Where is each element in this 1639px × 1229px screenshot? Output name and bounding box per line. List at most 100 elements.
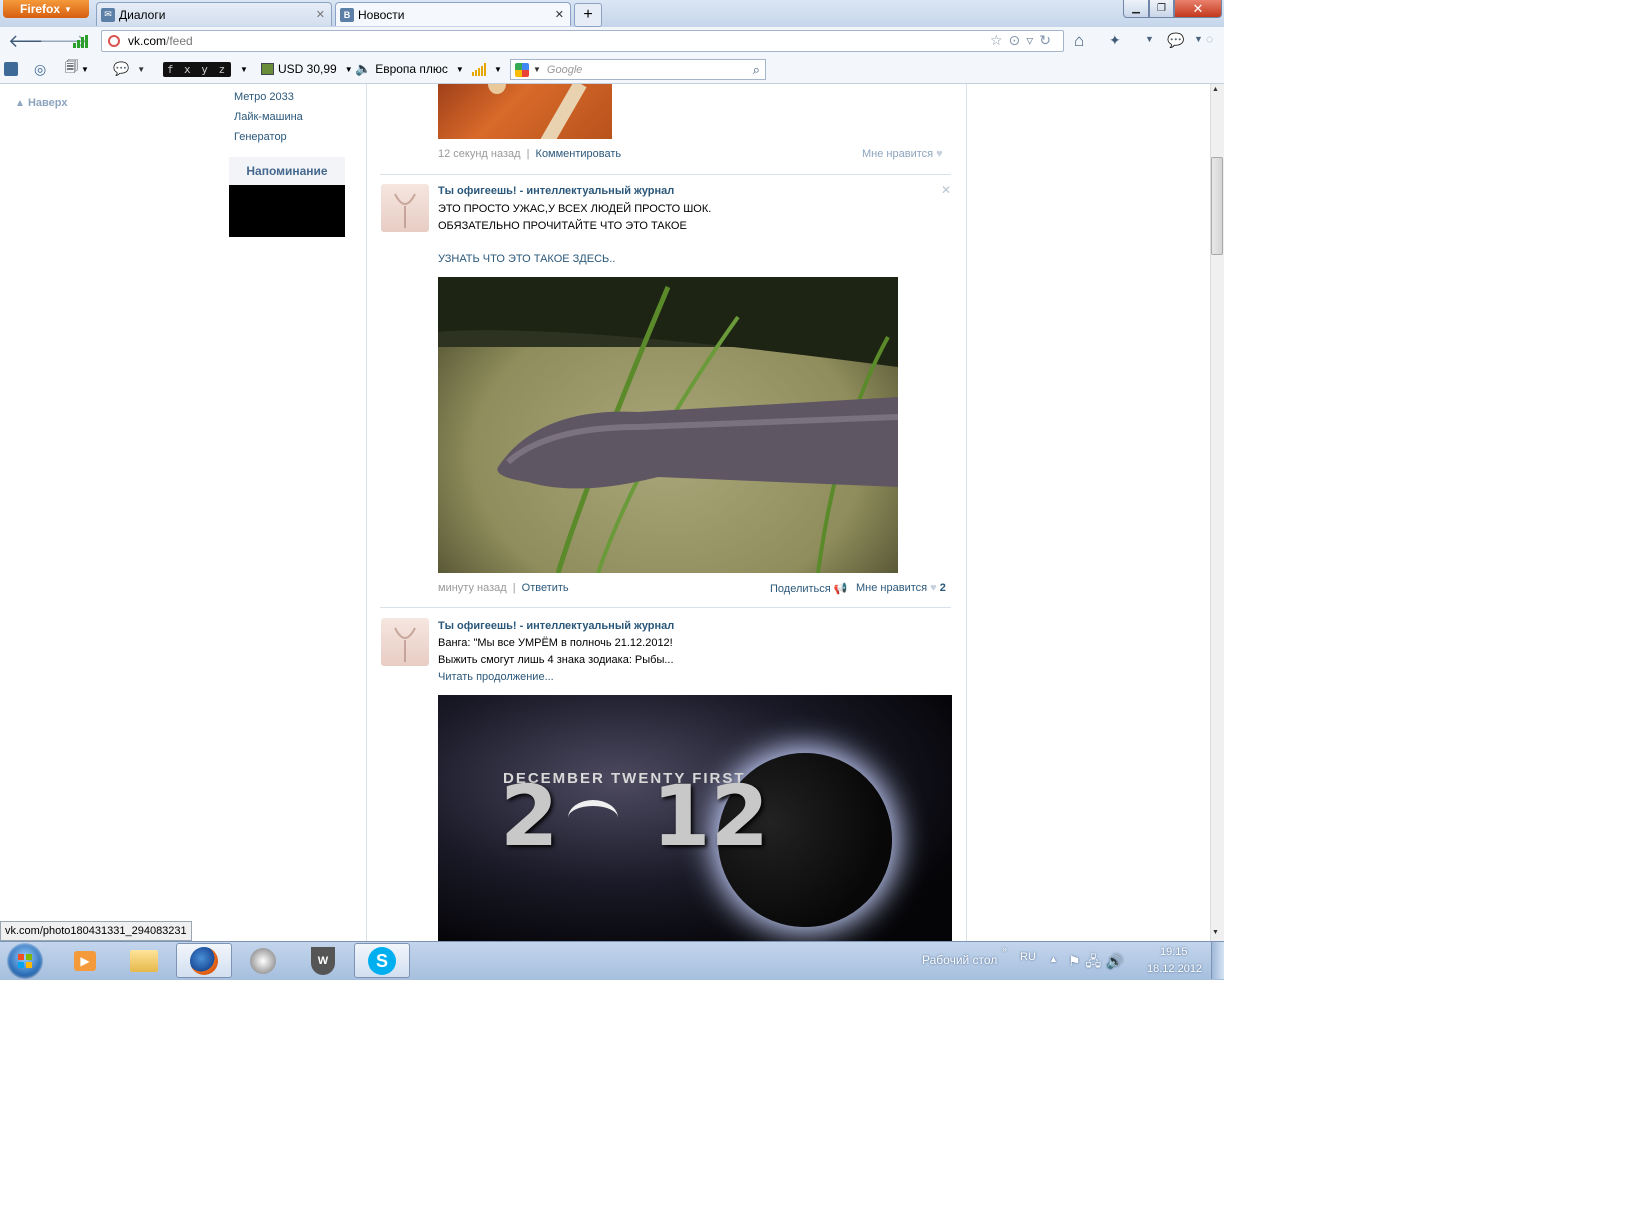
post-text-line: ЭТО ПРОСТО УЖАС,У ВСЕХ ЛЮДЕЙ ПРОСТО ШОК. — [438, 203, 712, 215]
chevron-down-icon[interactable]: ▼ — [1145, 34, 1154, 44]
folder-icon — [130, 949, 158, 972]
heart-icon: ♥ — [930, 582, 937, 594]
post-author[interactable]: Ты офигеешь! - интеллектуальный журнал — [438, 620, 674, 632]
refresh-addon-icon[interactable]: ◎ — [34, 60, 46, 78]
megaphone-icon: 📢 — [833, 583, 848, 595]
skype-icon: S — [368, 946, 396, 975]
clock-date[interactable]: 18.12.2012 — [1147, 963, 1202, 975]
image-year-part: 2 — [500, 767, 559, 865]
speech-bubble-icon[interactable]: 💬 ▼ — [113, 60, 145, 78]
bookmarks-icon[interactable]: ✦ — [1109, 32, 1121, 49]
show-desktop-button[interactable] — [1211, 942, 1224, 979]
crescent-graphic — [568, 800, 618, 836]
chevron-down-icon[interactable]: ▼ — [240, 60, 248, 78]
post-time[interactable]: 12 секунд назад — [438, 148, 521, 160]
post-text-line: Ванга: "Мы все УМРЁМ в полночь 21.12.201… — [438, 637, 673, 649]
language-indicator[interactable]: RU — [1020, 951, 1036, 963]
address-bar[interactable]: vk.com/feed ☆⊙▿↻ — [101, 30, 1064, 52]
firefox-menu-button[interactable]: Firefox ▼ — [3, 0, 89, 18]
new-tab-button[interactable]: + — [574, 3, 602, 27]
chevron-up-icon: ▲ — [15, 98, 25, 109]
avatar[interactable] — [381, 184, 429, 232]
power-icon[interactable]: ◌ — [1206, 32, 1213, 46]
taskbar-audio[interactable] — [235, 943, 291, 978]
clock-time[interactable]: 19:15 — [1160, 946, 1188, 958]
tab-news[interactable]: B Новости ✕ — [335, 2, 571, 26]
read-more-link[interactable]: Читать продолжение... — [438, 671, 554, 683]
post-time[interactable]: минуту назад — [438, 582, 507, 594]
usd-rate-widget[interactable]: USD 30,99 ▼ — [261, 60, 353, 78]
chat-bubble-icon[interactable]: 💬 — [1167, 32, 1184, 49]
maximize-button[interactable]: ❐ — [1149, 0, 1174, 18]
feed-right-border — [966, 84, 967, 941]
post-author[interactable]: Ты офигеешь! - интеллектуальный журнал — [438, 185, 674, 197]
start-button[interactable] — [7, 943, 43, 979]
left-menu-generator[interactable]: Генератор — [234, 131, 287, 143]
post-photo[interactable]: DECEMBER TWENTY FIRST 2 12 — [438, 695, 952, 941]
taskbar-skype[interactable]: S — [354, 943, 410, 978]
google-icon — [515, 62, 529, 77]
post-text-line: ОБЯЗАТЕЛЬНО ПРОЧИТАЙТЕ ЧТО ЭТО ТАКОЕ — [438, 220, 687, 232]
scrollbar-thumb[interactable] — [1211, 157, 1223, 255]
site-identity-icon[interactable] — [108, 35, 120, 47]
print-preview-icon[interactable]: 🗐 ▼ — [65, 59, 89, 78]
taskbar-media-player[interactable]: ▶ — [57, 943, 113, 978]
post-footer: 12 секунд назад | Комментировать — [438, 148, 622, 160]
comment-link[interactable]: Комментировать — [536, 148, 622, 160]
close-tab-icon[interactable]: ✕ — [316, 8, 325, 21]
taskbar-explorer[interactable] — [116, 943, 172, 978]
avatar[interactable] — [381, 618, 429, 666]
firefox-icon — [190, 946, 218, 975]
search-icon[interactable]: ⌕ — [753, 62, 760, 78]
chart-icon — [261, 63, 274, 75]
share-button[interactable]: Поделиться 📢 — [770, 582, 848, 595]
tab-dialogs[interactable]: ✉ Диалоги ✕ — [96, 2, 332, 26]
taskbar-world-of-tanks[interactable]: W — [295, 943, 351, 978]
image-year-part: 12 — [652, 767, 769, 865]
like-button[interactable]: Мне нравится ♥ — [862, 148, 943, 160]
reminder-block — [229, 185, 345, 237]
status-bar-url: vk.com/photo180431331_294083231 — [0, 921, 192, 941]
speaker-icon: 🔈 — [355, 61, 372, 76]
signal-strength-icon[interactable]: ▼ — [472, 60, 502, 78]
vk-favicon-icon: ✉ — [101, 7, 115, 22]
scroll-down-icon[interactable]: ▼ — [1212, 929, 1219, 936]
fxyz-addon-button[interactable]: f x y z — [163, 62, 231, 77]
chevron-right-icon[interactable]: » — [1002, 944, 1007, 954]
post-divider — [380, 174, 951, 175]
close-icon[interactable]: ✕ — [941, 183, 951, 197]
post-photo[interactable] — [438, 84, 612, 139]
show-hidden-icons-icon[interactable]: ▲ — [1049, 954, 1058, 964]
post-external-link[interactable]: УЗНАТЬ ЧТО ЭТО ТАКОЕ ЗДЕСЬ.. — [438, 253, 615, 265]
vk-favicon-icon: B — [340, 7, 354, 22]
vk-addon-icon[interactable] — [4, 60, 18, 78]
signal-bars-icon[interactable] — [73, 35, 89, 48]
left-menu-metro[interactable]: Метро 2033 — [234, 91, 294, 103]
desktop-toolbar-label[interactable]: Рабочий стол — [922, 953, 997, 967]
chevron-down-icon[interactable]: ▼ — [1194, 34, 1203, 44]
like-count: 2 — [939, 582, 946, 594]
heart-icon: ♥ — [936, 148, 943, 160]
post-footer: минуту назад | Ответить — [438, 582, 569, 594]
reply-link[interactable]: Ответить — [522, 582, 569, 594]
close-window-button[interactable]: ✕ — [1174, 0, 1222, 18]
back-to-top-link[interactable]: ▲ Наверх — [15, 97, 67, 109]
search-input[interactable]: ▼ Google ⌕ — [510, 59, 766, 80]
taskbar-firefox[interactable] — [176, 943, 232, 978]
address-bar-actions-icon[interactable]: ☆⊙▿↻ — [990, 32, 1057, 49]
post-photo[interactable] — [438, 277, 898, 573]
post-divider — [380, 607, 951, 608]
tray-icons[interactable]: ⚑🖧🔊 — [1068, 951, 1129, 975]
speaker-icon — [250, 947, 276, 974]
minimize-button[interactable]: ▁ — [1123, 0, 1149, 18]
play-icon: ▶ — [74, 950, 96, 971]
close-tab-icon[interactable]: ✕ — [555, 8, 564, 21]
home-icon[interactable]: ⌂ — [1074, 31, 1084, 51]
like-button[interactable]: Мне нравится ♥ 2 — [856, 582, 946, 594]
post-text-line: Выжить смогут лишь 4 знака зодиака: Рыбы… — [438, 654, 674, 666]
radio-widget[interactable]: 🔈 Европа плюс ▼ — [355, 60, 464, 78]
left-menu-like-machine[interactable]: Лайк-машина — [234, 111, 303, 123]
windows-logo-icon — [18, 954, 32, 968]
feed-left-border — [366, 84, 367, 941]
scroll-up-icon[interactable]: ▲ — [1212, 86, 1219, 93]
